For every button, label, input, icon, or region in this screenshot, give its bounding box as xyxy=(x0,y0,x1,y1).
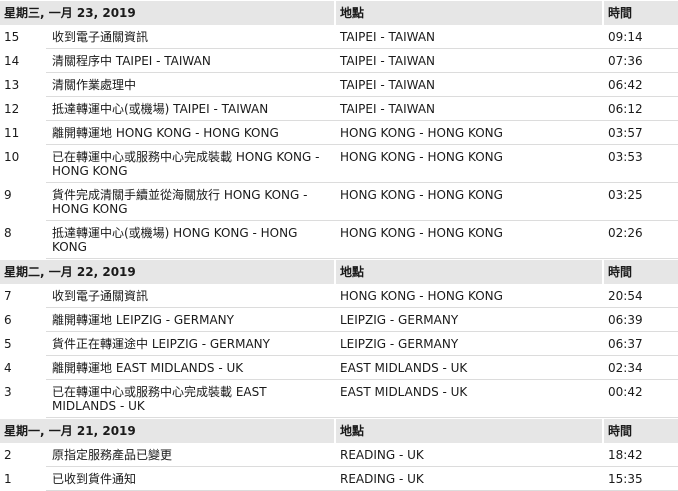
event-description: 貨件正在轉運途中 LEIPZIG - GERMANY xyxy=(46,332,334,356)
event-description: 清關程序中 TAIPEI - TAIWAN xyxy=(46,49,334,73)
event-row: 6 離開轉運地 LEIPZIG - GERMANY LEIPZIG - GERMAN… xyxy=(0,308,678,332)
event-description: 收到電子通關資訊 xyxy=(46,284,334,308)
location-column-header: 地點 xyxy=(334,0,602,25)
event-row: 4 離開轉運地 EAST MIDLANDS - UK EAST MIDLANDS -… xyxy=(0,356,678,380)
event-location: TAIPEI - TAIWAN xyxy=(334,97,602,121)
location-column-header: 地點 xyxy=(334,259,602,284)
event-location: EAST MIDLANDS - UK xyxy=(334,380,602,418)
event-row: 13 清關作業處理中 TAIPEI - TAIWAN 06:42 xyxy=(0,73,678,97)
event-time: 06:39 xyxy=(602,308,678,332)
event-time: 02:26 xyxy=(602,221,678,259)
day-header-row: 星期一, 一月 21, 2019 地點 時間 xyxy=(0,418,678,443)
day-header-row: 星期二, 一月 22, 2019 地點 時間 xyxy=(0,259,678,284)
event-description: 抵達轉運中心(或機場) TAIPEI - TAIWAN xyxy=(46,97,334,121)
event-number: 12 xyxy=(4,102,20,116)
event-number: 5 xyxy=(4,337,12,351)
day-header-row: 星期三, 一月 23, 2019 地點 時間 xyxy=(0,0,678,25)
event-description: 離開轉運地 EAST MIDLANDS - UK xyxy=(46,356,334,380)
tracking-table-body: 星期三, 一月 23, 2019 地點 時間 15 收到電子通關資訊 TAIPEI - T… xyxy=(0,0,678,491)
event-row: 8 抵達轉運中心(或機場) HONG KONG - HONG KONG HONG K… xyxy=(0,221,678,259)
event-location: HONG KONG - HONG KONG xyxy=(334,145,602,183)
event-row: 3 已在轉運中心或服務中心完成裝載 EAST MIDLANDS - UK EAST … xyxy=(0,380,678,418)
time-column-header: 時間 xyxy=(602,418,678,443)
event-description: 抵達轉運中心(或機場) HONG KONG - HONG KONG xyxy=(46,221,334,259)
event-time: 18:42 xyxy=(602,443,678,467)
event-time: 06:12 xyxy=(602,97,678,121)
event-row: 10 已在轉運中心或服務中心完成裝載 HONG KONG - HONG KONG H… xyxy=(0,145,678,183)
event-location: READING - UK xyxy=(334,467,602,491)
event-time: 06:37 xyxy=(602,332,678,356)
event-location: HONG KONG - HONG KONG xyxy=(334,221,602,259)
event-row: 5 貨件正在轉運途中 LEIPZIG - GERMANY LEIPZIG - GER… xyxy=(0,332,678,356)
event-row: 12 抵達轉運中心(或機場) TAIPEI - TAIWAN TAIPEI - TA… xyxy=(0,97,678,121)
event-time: 06:42 xyxy=(602,73,678,97)
event-location: HONG KONG - HONG KONG xyxy=(334,284,602,308)
event-time: 03:53 xyxy=(602,145,678,183)
event-time: 03:25 xyxy=(602,183,678,221)
time-column-header: 時間 xyxy=(602,0,678,25)
location-column-header: 地點 xyxy=(334,418,602,443)
event-time: 09:14 xyxy=(602,25,678,49)
event-description: 離開轉運地 LEIPZIG - GERMANY xyxy=(46,308,334,332)
event-number: 15 xyxy=(4,30,20,44)
event-description: 收到電子通關資訊 xyxy=(46,25,334,49)
event-number: 3 xyxy=(4,385,12,399)
event-description: 貨件完成清關手續並從海關放行 HONG KONG - HONG KONG xyxy=(46,183,334,221)
event-number: 11 xyxy=(4,126,20,140)
event-location: EAST MIDLANDS - UK xyxy=(334,356,602,380)
event-number: 1 xyxy=(4,472,12,486)
event-row: 7 收到電子通關資訊 HONG KONG - HONG KONG 20:54 xyxy=(0,284,678,308)
event-number: 6 xyxy=(4,313,12,327)
event-description: 已在轉運中心或服務中心完成裝載 HONG KONG - HONG KONG xyxy=(46,145,334,183)
event-number: 9 xyxy=(4,188,12,202)
event-row: 2 原指定服務產品已變更 READING - UK 18:42 xyxy=(0,443,678,467)
event-location: HONG KONG - HONG KONG xyxy=(334,121,602,145)
event-number: 8 xyxy=(4,226,12,240)
day-date-header: 星期二, 一月 22, 2019 xyxy=(0,259,334,284)
event-number: 10 xyxy=(4,150,20,164)
event-time: 20:54 xyxy=(602,284,678,308)
event-number: 14 xyxy=(4,54,20,68)
event-time: 03:57 xyxy=(602,121,678,145)
event-location: READING - UK xyxy=(334,443,602,467)
event-description: 清關作業處理中 xyxy=(46,73,334,97)
event-time: 07:36 xyxy=(602,49,678,73)
event-number: 7 xyxy=(4,289,12,303)
day-date-header: 星期三, 一月 23, 2019 xyxy=(0,0,334,25)
event-row: 11 離開轉運地 HONG KONG - HONG KONG HONG KONG -… xyxy=(0,121,678,145)
event-location: LEIPZIG - GERMANY xyxy=(334,308,602,332)
event-description: 已在轉運中心或服務中心完成裝載 EAST MIDLANDS - UK xyxy=(46,380,334,418)
event-description: 已收到貨件通知 xyxy=(46,467,334,491)
event-location: HONG KONG - HONG KONG xyxy=(334,183,602,221)
event-location: LEIPZIG - GERMANY xyxy=(334,332,602,356)
event-time: 15:35 xyxy=(602,467,678,491)
event-description: 原指定服務產品已變更 xyxy=(46,443,334,467)
event-row: 9 貨件完成清關手續並從海關放行 HONG KONG - HONG KONG HON… xyxy=(0,183,678,221)
event-location: TAIPEI - TAIWAN xyxy=(334,73,602,97)
event-number: 4 xyxy=(4,361,12,375)
event-location: TAIPEI - TAIWAN xyxy=(334,25,602,49)
event-row: 14 清關程序中 TAIPEI - TAIWAN TAIPEI - TAIWAN 07… xyxy=(0,49,678,73)
event-time: 00:42 xyxy=(602,380,678,418)
event-description: 離開轉運地 HONG KONG - HONG KONG xyxy=(46,121,334,145)
tracking-table: 星期三, 一月 23, 2019 地點 時間 15 收到電子通關資訊 TAIPEI - T… xyxy=(0,0,678,491)
event-number: 13 xyxy=(4,78,20,92)
day-date-header: 星期一, 一月 21, 2019 xyxy=(0,418,334,443)
event-row: 15 收到電子通關資訊 TAIPEI - TAIWAN 09:14 xyxy=(0,25,678,49)
time-column-header: 時間 xyxy=(602,259,678,284)
event-location: TAIPEI - TAIWAN xyxy=(334,49,602,73)
event-row: 1 已收到貨件通知 READING - UK 15:35 xyxy=(0,467,678,491)
event-number: 2 xyxy=(4,448,12,462)
event-time: 02:34 xyxy=(602,356,678,380)
